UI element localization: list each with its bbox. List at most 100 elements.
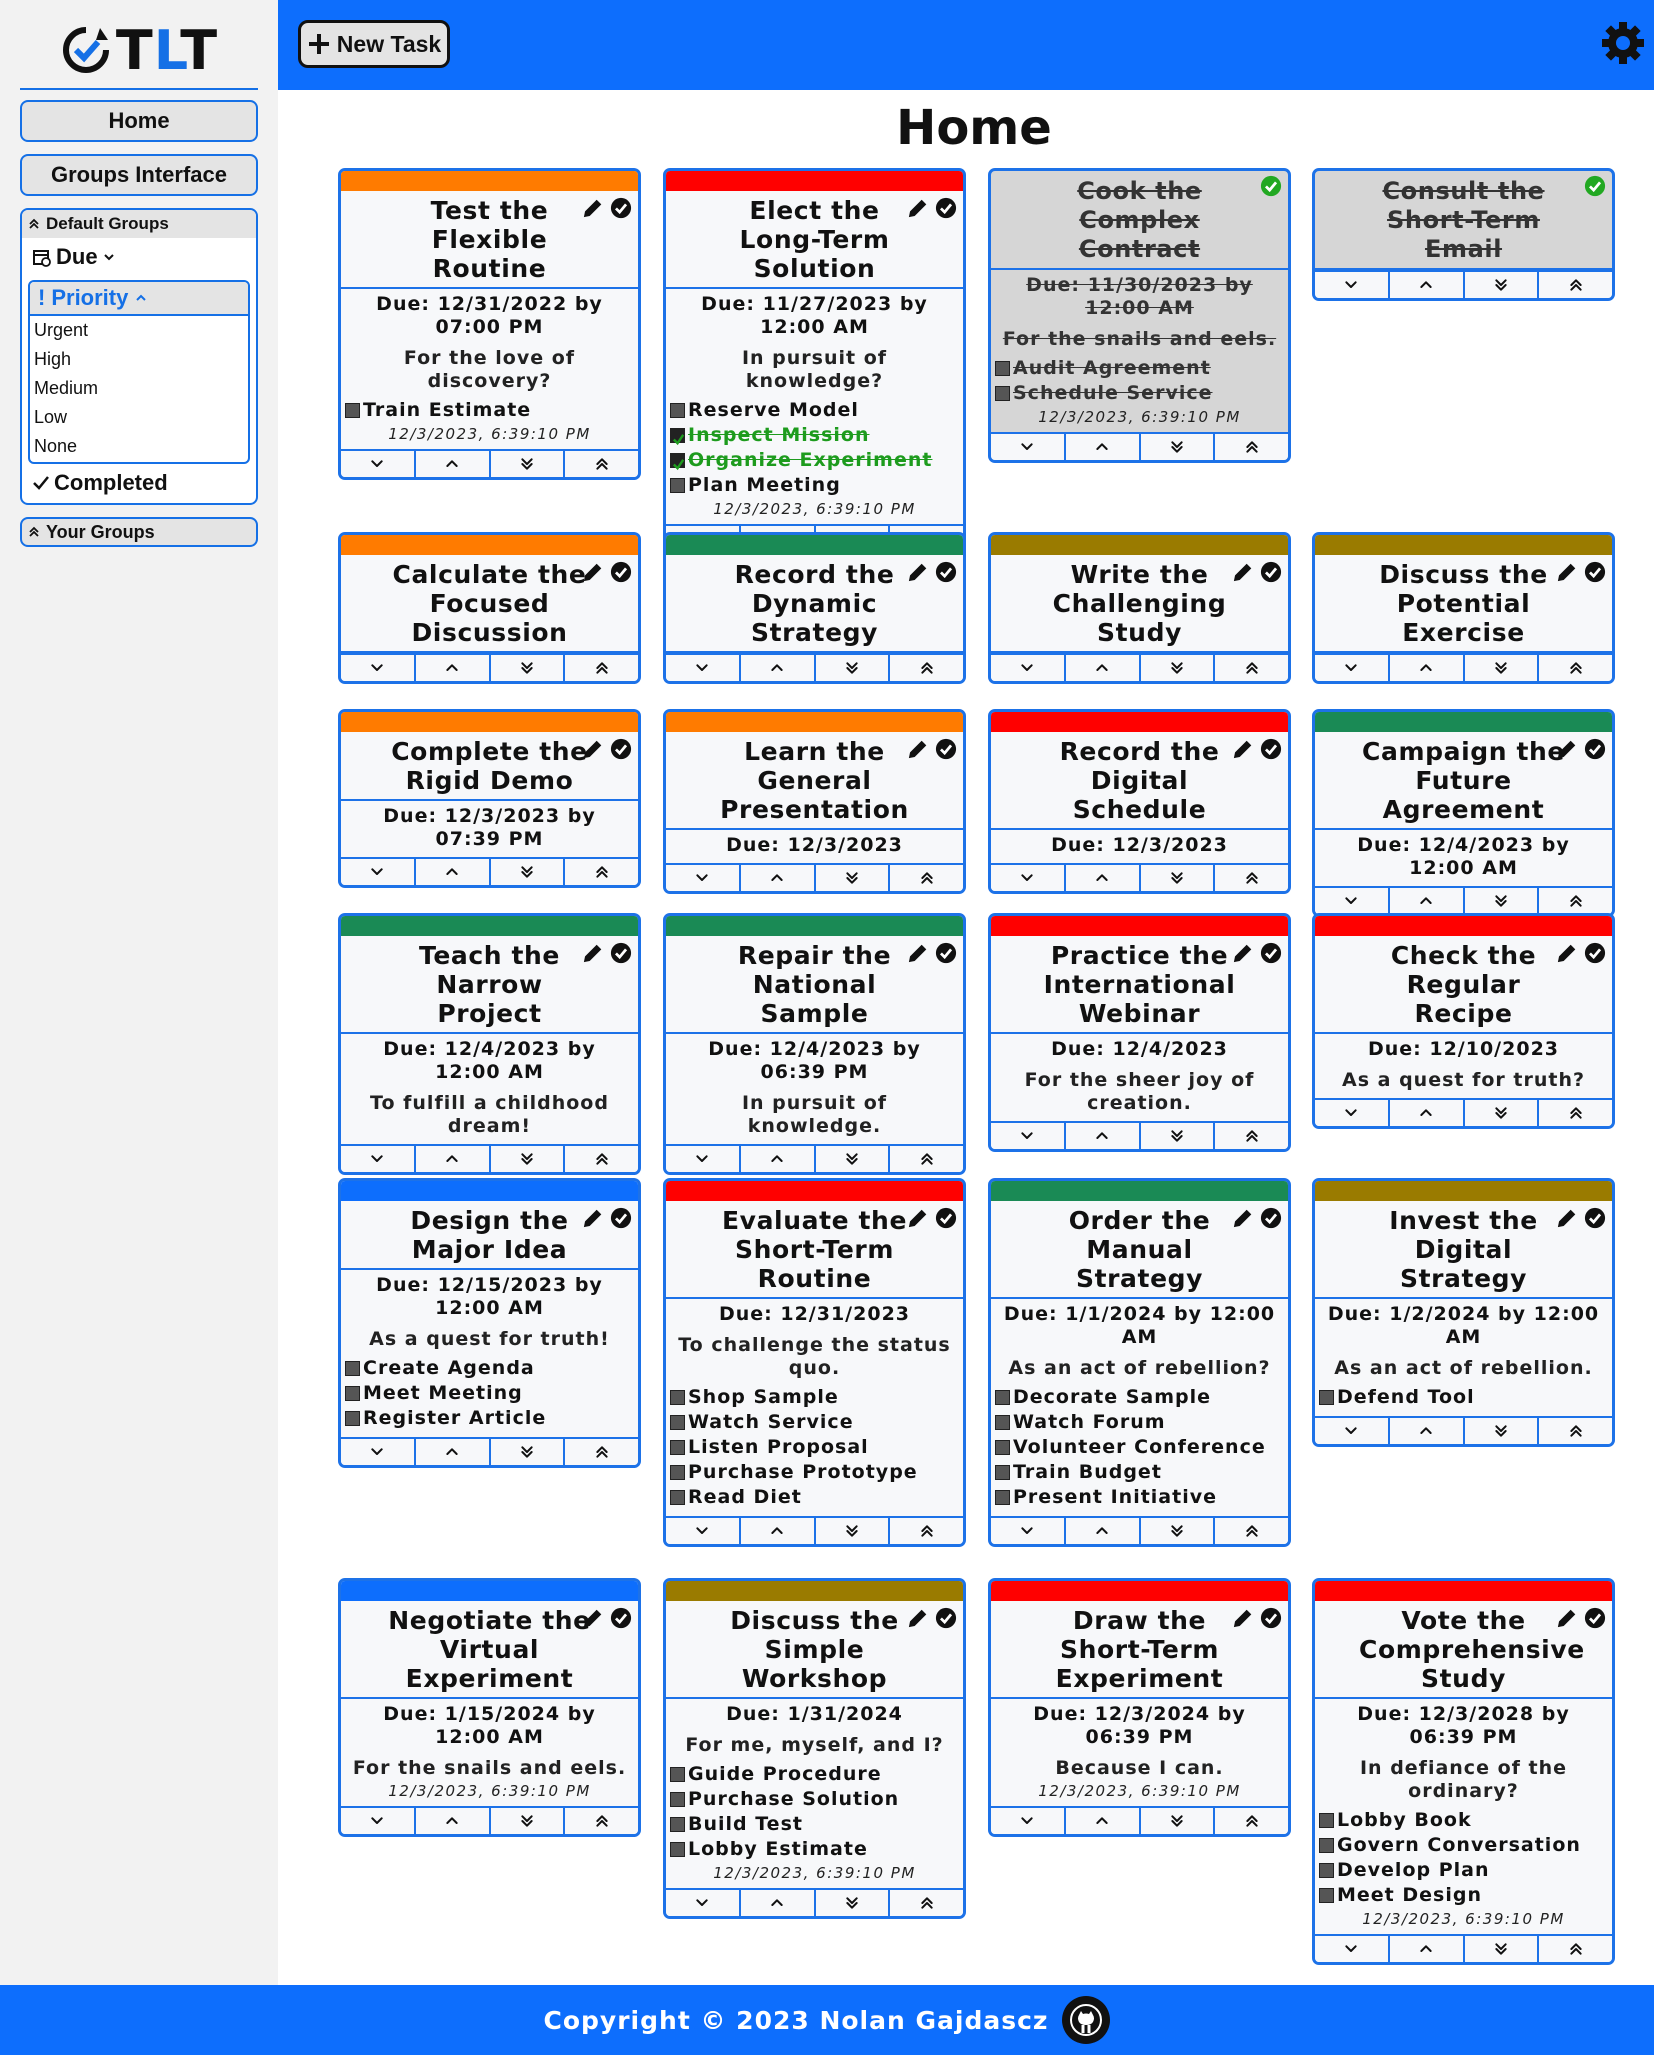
check-circle-icon[interactable] (1260, 561, 1282, 583)
priority-option-medium[interactable]: Medium (30, 374, 248, 403)
move-top-button[interactable] (565, 1808, 638, 1834)
move-top-button[interactable] (890, 1518, 963, 1544)
priority-option-none[interactable]: None (30, 432, 248, 461)
move-up-button[interactable] (1066, 865, 1141, 891)
move-bottom-button[interactable] (1141, 655, 1216, 681)
check-circle-icon[interactable] (935, 1607, 957, 1629)
move-up-button[interactable] (741, 865, 816, 891)
pencil-icon[interactable] (1232, 942, 1254, 964)
move-top-button[interactable] (890, 1890, 963, 1916)
subtask-checkbox[interactable] (670, 1390, 685, 1405)
move-up-button[interactable] (1066, 1123, 1141, 1149)
move-top-button[interactable] (890, 865, 963, 891)
pencil-icon[interactable] (1556, 1207, 1578, 1229)
task-title[interactable]: Record the Dynamic Strategy (735, 560, 895, 647)
move-up-button[interactable] (741, 1890, 816, 1916)
move-down-button[interactable] (666, 1518, 741, 1544)
task-title[interactable]: Cook the Complex Contract (1077, 177, 1202, 263)
subtask-checkbox[interactable] (670, 1440, 685, 1455)
subtask-checkbox[interactable] (1319, 1863, 1334, 1878)
move-up-button[interactable] (416, 451, 491, 477)
subtask-checkbox[interactable] (1319, 1838, 1334, 1853)
priority-option-high[interactable]: High (30, 345, 248, 374)
move-down-button[interactable] (1315, 1936, 1390, 1962)
move-bottom-button[interactable] (816, 1890, 891, 1916)
move-up-button[interactable] (741, 1146, 816, 1172)
priority-option-urgent[interactable]: Urgent (30, 316, 248, 345)
move-up-button[interactable] (416, 655, 491, 681)
check-circle-icon[interactable] (610, 1207, 632, 1229)
move-up-button[interactable] (1390, 888, 1465, 914)
move-top-button[interactable] (565, 451, 638, 477)
move-down-button[interactable] (1315, 1100, 1390, 1126)
task-title[interactable]: Test the Flexible Routine (431, 196, 549, 283)
groups-interface-button[interactable]: Groups Interface (20, 154, 258, 196)
move-up-button[interactable] (741, 1518, 816, 1544)
move-bottom-button[interactable] (1141, 1123, 1216, 1149)
move-down-button[interactable] (666, 1146, 741, 1172)
subtask-checkbox[interactable] (995, 361, 1010, 376)
pencil-icon[interactable] (907, 942, 929, 964)
move-down-button[interactable] (991, 1518, 1066, 1544)
subtask-checkbox[interactable] (670, 1817, 685, 1832)
subtask-checkbox[interactable] (670, 1792, 685, 1807)
subtask-checkbox[interactable] (670, 1490, 685, 1505)
check-circle-icon[interactable] (1584, 1607, 1606, 1629)
subtask-checkbox[interactable] (995, 386, 1010, 401)
github-icon[interactable] (1062, 1996, 1111, 2044)
check-circle-icon[interactable] (610, 738, 632, 760)
move-up-button[interactable] (416, 1808, 491, 1834)
checked-checkbox[interactable] (670, 428, 685, 446)
pencil-icon[interactable] (582, 1607, 604, 1629)
subtask-checkbox[interactable] (345, 1361, 360, 1376)
subtask-checkbox[interactable] (670, 1767, 685, 1782)
subtask-checkbox[interactable] (995, 1490, 1010, 1505)
your-groups-header[interactable]: Your Groups (20, 517, 258, 547)
move-up-button[interactable] (416, 859, 491, 885)
move-top-button[interactable] (1539, 272, 1612, 298)
task-title[interactable]: Discuss the Potential Exercise (1379, 560, 1548, 647)
pencil-icon[interactable] (1556, 1607, 1578, 1629)
task-title[interactable]: Calculate the Focused Discussion (393, 560, 587, 647)
move-down-button[interactable] (1315, 1418, 1390, 1444)
subtask-checkbox[interactable] (345, 1411, 360, 1426)
task-title[interactable]: Evaluate the Short-Term Routine (722, 1206, 907, 1293)
move-top-button[interactable] (565, 1146, 638, 1172)
move-bottom-button[interactable] (1465, 272, 1540, 298)
move-bottom-button[interactable] (491, 1439, 566, 1465)
move-bottom-button[interactable] (1141, 1808, 1216, 1834)
move-top-button[interactable] (1539, 1100, 1612, 1126)
pencil-icon[interactable] (1556, 561, 1578, 583)
move-bottom-button[interactable] (1465, 1418, 1540, 1444)
move-top-button[interactable] (890, 1146, 963, 1172)
move-bottom-button[interactable] (491, 451, 566, 477)
move-up-button[interactable] (1390, 1936, 1465, 1962)
check-circle-icon[interactable] (610, 1607, 632, 1629)
move-top-button[interactable] (1539, 1936, 1612, 1962)
check-circle-icon[interactable] (1584, 942, 1606, 964)
task-title[interactable]: Design the Major Idea (410, 1206, 568, 1264)
pencil-icon[interactable] (582, 738, 604, 760)
move-down-button[interactable] (991, 1123, 1066, 1149)
task-title[interactable]: Repair the National Sample (738, 941, 891, 1028)
move-top-button[interactable] (1539, 655, 1612, 681)
task-title[interactable]: Campaign the Future Agreement (1362, 737, 1565, 824)
check-circle-icon[interactable] (935, 1207, 957, 1229)
subtask-checkbox[interactable] (670, 403, 685, 418)
subtask-checkbox[interactable] (995, 1465, 1010, 1480)
check-circle-icon[interactable] (1584, 738, 1606, 760)
move-bottom-button[interactable] (1465, 655, 1540, 681)
move-down-button[interactable] (341, 859, 416, 885)
check-circle-icon[interactable] (610, 942, 632, 964)
move-up-button[interactable] (1066, 1518, 1141, 1544)
pencil-icon[interactable] (1232, 1607, 1254, 1629)
pencil-icon[interactable] (582, 942, 604, 964)
subtask-checkbox[interactable] (345, 1386, 360, 1401)
move-top-button[interactable] (1215, 655, 1288, 681)
check-circle-icon[interactable] (1260, 175, 1282, 197)
move-down-button[interactable] (1315, 888, 1390, 914)
subtask-checkbox[interactable] (1319, 1888, 1334, 1903)
subtask-checkbox[interactable] (670, 1842, 685, 1857)
app-logo[interactable]: TLT (20, 12, 258, 90)
move-up-button[interactable] (1066, 655, 1141, 681)
